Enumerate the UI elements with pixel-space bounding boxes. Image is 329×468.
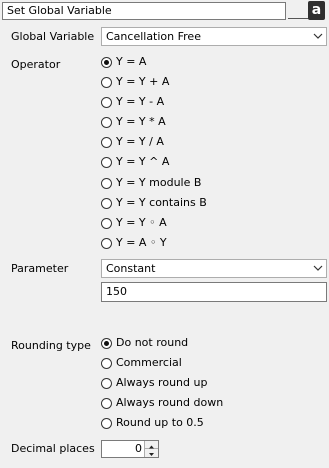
a-button-underline bbox=[288, 18, 310, 19]
rounding-option[interactable]: Commercial bbox=[101, 355, 182, 371]
radio-icon bbox=[101, 357, 112, 369]
global-variable-selected: Cancellation Free bbox=[106, 30, 201, 43]
arrow-down-icon bbox=[149, 453, 154, 456]
operator-option[interactable]: Y = Y * A bbox=[101, 114, 166, 130]
global-variable-label: Global Variable bbox=[11, 30, 95, 43]
radio-icon bbox=[101, 76, 112, 88]
operator-option[interactable]: Y = Y ◦ A bbox=[101, 215, 167, 231]
a-button-label: a bbox=[308, 1, 325, 20]
rounding-option-label: Do not round bbox=[116, 336, 189, 349]
parameter-selected: Constant bbox=[106, 262, 156, 275]
rounding-option-label: Always round up bbox=[116, 376, 208, 389]
decimal-places-spinner[interactable]: 0 bbox=[101, 440, 159, 458]
operator-option-label: Y = Y module B bbox=[116, 176, 202, 189]
radio-icon bbox=[101, 417, 112, 429]
operator-option-label: Y = Y contains B bbox=[116, 196, 207, 209]
operator-option[interactable]: Y = Y - A bbox=[101, 94, 164, 110]
title-field[interactable]: Set Global Variable bbox=[2, 2, 286, 20]
radio-icon bbox=[101, 136, 112, 148]
operator-option-label: Y = Y - A bbox=[116, 95, 165, 108]
operator-option-label: Y = Y ◦ A bbox=[116, 216, 167, 229]
operator-option-label: Y = Y / A bbox=[116, 135, 164, 148]
radio-icon bbox=[101, 377, 112, 389]
parameter-dropdown[interactable]: Constant bbox=[101, 259, 327, 278]
operator-option-label: Y = Y + A bbox=[116, 75, 170, 88]
radio-icon bbox=[101, 116, 112, 128]
operator-option[interactable]: Y = Y contains B bbox=[101, 195, 207, 211]
radio-icon bbox=[101, 237, 112, 249]
radio-checked-icon bbox=[101, 56, 112, 68]
radio-icon bbox=[101, 96, 112, 108]
radio-icon bbox=[101, 217, 112, 229]
radio-icon bbox=[101, 397, 112, 409]
rounding-option-label: Always round down bbox=[116, 396, 224, 409]
radio-icon bbox=[101, 197, 112, 209]
operator-option-label: Y = Y ^ A bbox=[116, 155, 170, 168]
a-button[interactable]: a bbox=[288, 1, 326, 21]
radio-icon bbox=[101, 177, 112, 189]
parameter-value-input[interactable]: 150 bbox=[101, 282, 327, 302]
operator-option-label: Y = A bbox=[116, 55, 147, 68]
operator-option[interactable]: Y = Y + A bbox=[101, 74, 169, 90]
operator-option[interactable]: Y = A bbox=[101, 54, 146, 70]
rounding-option[interactable]: Do not round bbox=[101, 335, 188, 351]
rounding-option[interactable]: Always round down bbox=[101, 395, 223, 411]
global-variable-dropdown[interactable]: Cancellation Free bbox=[101, 27, 327, 46]
rounding-option-label: Commercial bbox=[116, 356, 182, 369]
rounding-option[interactable]: Always round up bbox=[101, 375, 207, 391]
operator-option[interactable]: Y = Y ^ A bbox=[101, 154, 169, 170]
rounding-type-label: Rounding type bbox=[11, 339, 91, 352]
operator-option-label: Y = A ◦ Y bbox=[116, 236, 167, 249]
operator-label: Operator bbox=[11, 58, 61, 71]
operator-option[interactable]: Y = A ◦ Y bbox=[101, 235, 167, 251]
rounding-option[interactable]: Round up to 0.5 bbox=[101, 415, 204, 431]
parameter-label: Parameter bbox=[11, 262, 69, 275]
decimal-places-value: 0 bbox=[135, 442, 142, 455]
operator-option-label: Y = Y * A bbox=[116, 115, 166, 128]
radio-icon bbox=[101, 156, 112, 168]
chevron-down-icon bbox=[313, 265, 323, 271]
decimal-places-label: Decimal places bbox=[11, 442, 95, 455]
radio-checked-icon bbox=[101, 337, 112, 349]
spinner-buttons bbox=[144, 441, 158, 457]
spin-up-button[interactable] bbox=[145, 441, 158, 449]
operator-option[interactable]: Y = Y module B bbox=[101, 175, 201, 191]
operator-option[interactable]: Y = Y / A bbox=[101, 134, 164, 150]
chevron-down-icon bbox=[313, 33, 323, 39]
spin-down-button[interactable] bbox=[145, 449, 158, 457]
rounding-option-label: Round up to 0.5 bbox=[116, 416, 204, 429]
